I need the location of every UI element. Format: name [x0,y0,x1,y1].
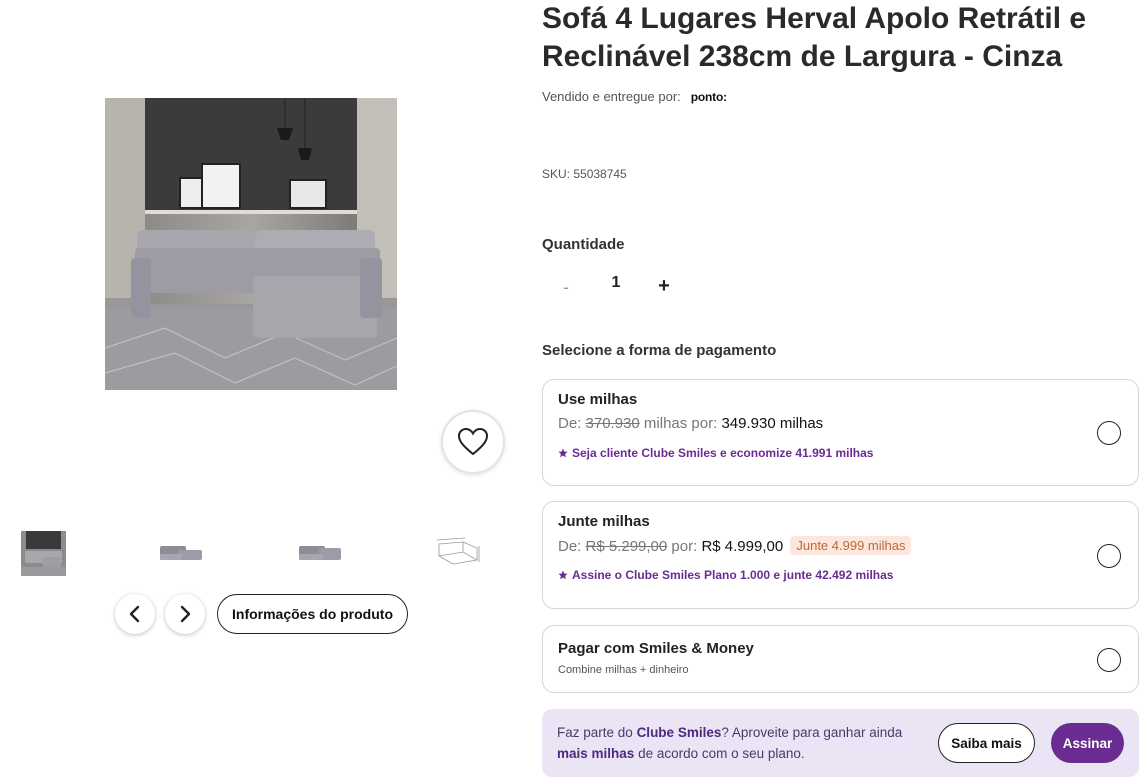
gallery-prev-button[interactable] [115,594,155,634]
banner-text: Faz parte do Clube Smiles? Aproveite par… [557,722,917,764]
payment-option-price: De: 370.930 milhas por: 349.930 milhas [558,415,823,432]
price-new: 349.930 milhas [721,415,824,432]
payment-option-price: De: R$ 5.299,00 por: R$ 4.999,00 Junte 4… [558,536,912,555]
gallery-next-button[interactable] [165,594,205,634]
payment-option-title: Junte milhas [558,513,650,530]
earn-miles-badge: Junte 4.999 milhas [790,536,912,555]
payment-option-smiles-money[interactable]: Pagar com Smiles & Money Combine milhas … [542,625,1139,693]
thumbnail-4[interactable] [435,530,481,576]
payment-option-promo: Seja cliente Clube Smiles e economize 41… [558,446,873,460]
banner-highlight: mais milhas [557,746,635,761]
quantity-value: 1 [611,274,621,291]
payment-option-radio[interactable] [1097,421,1121,445]
banner-text-part: de acordo com o seu plano. [638,746,805,761]
product-sku: SKU: 55038745 [542,167,627,181]
seller-prefix: Vendido e entregue por: [542,89,681,104]
learn-more-button[interactable]: Saiba mais [938,723,1035,763]
seller-info: Vendido e entregue por: ponto: [542,89,727,104]
quantity-decrease-button[interactable]: - [552,273,580,301]
price-new: R$ 4.999,00 [701,538,784,555]
thumbnail-1[interactable] [20,530,66,576]
banner-brand: Clube Smiles [636,725,722,740]
thumbnail-3[interactable] [297,530,343,576]
star-icon [558,448,568,458]
price-prefix: De: [558,415,582,432]
payment-option-title: Use milhas [558,391,638,408]
payment-option-title: Pagar com Smiles & Money [558,640,754,657]
price-old: 370.930 [585,415,640,432]
thumbnail-2[interactable] [158,530,204,576]
price-old: R$ 5.299,00 [585,538,668,555]
quantity-label: Quantidade [542,236,625,253]
banner-text-part: ? Aproveite para ganhar ainda [721,725,903,740]
chevron-right-icon [180,605,191,623]
quantity-stepper: - 1 + [552,270,682,302]
star-icon [558,570,568,580]
payment-option-promo: Assine o Clube Smiles Plano 1.000 e junt… [558,568,893,582]
price-mid: por: [671,538,698,555]
chevron-left-icon [129,605,140,623]
subscribe-button[interactable]: Assinar [1051,723,1124,763]
payment-option-radio[interactable] [1097,648,1121,672]
clube-smiles-banner: Faz parte do Clube Smiles? Aproveite par… [542,709,1139,777]
price-prefix: De: [558,538,582,555]
promo-text: Seja cliente Clube Smiles e economize 41… [572,446,874,460]
seller-logo[interactable]: ponto: [691,90,727,104]
payment-option-use-miles[interactable]: Use milhas De: 370.930 milhas por: 349.9… [542,379,1139,486]
payment-option-radio[interactable] [1097,544,1121,568]
heart-icon [457,427,489,456]
payment-section-label: Selecione a forma de pagamento [542,342,777,359]
product-info-button[interactable]: Informações do produto [217,594,408,634]
banner-text-part: Faz parte do [557,725,633,740]
product-title: Sofá 4 Lugares Herval Apolo Retrátil e R… [542,2,1087,73]
price-mid: milhas por: [643,415,718,432]
favorite-button[interactable] [441,410,505,474]
quantity-increase-button[interactable]: + [650,272,678,300]
payment-option-earn-miles[interactable]: Junte milhas De: R$ 5.299,00 por: R$ 4.9… [542,501,1139,609]
payment-option-subtitle: Combine milhas + dinheiro [558,664,689,676]
promo-text: Assine o Clube Smiles Plano 1.000 e junt… [572,568,894,582]
thumbnail-strip [20,530,500,580]
product-main-image[interactable] [105,98,397,390]
